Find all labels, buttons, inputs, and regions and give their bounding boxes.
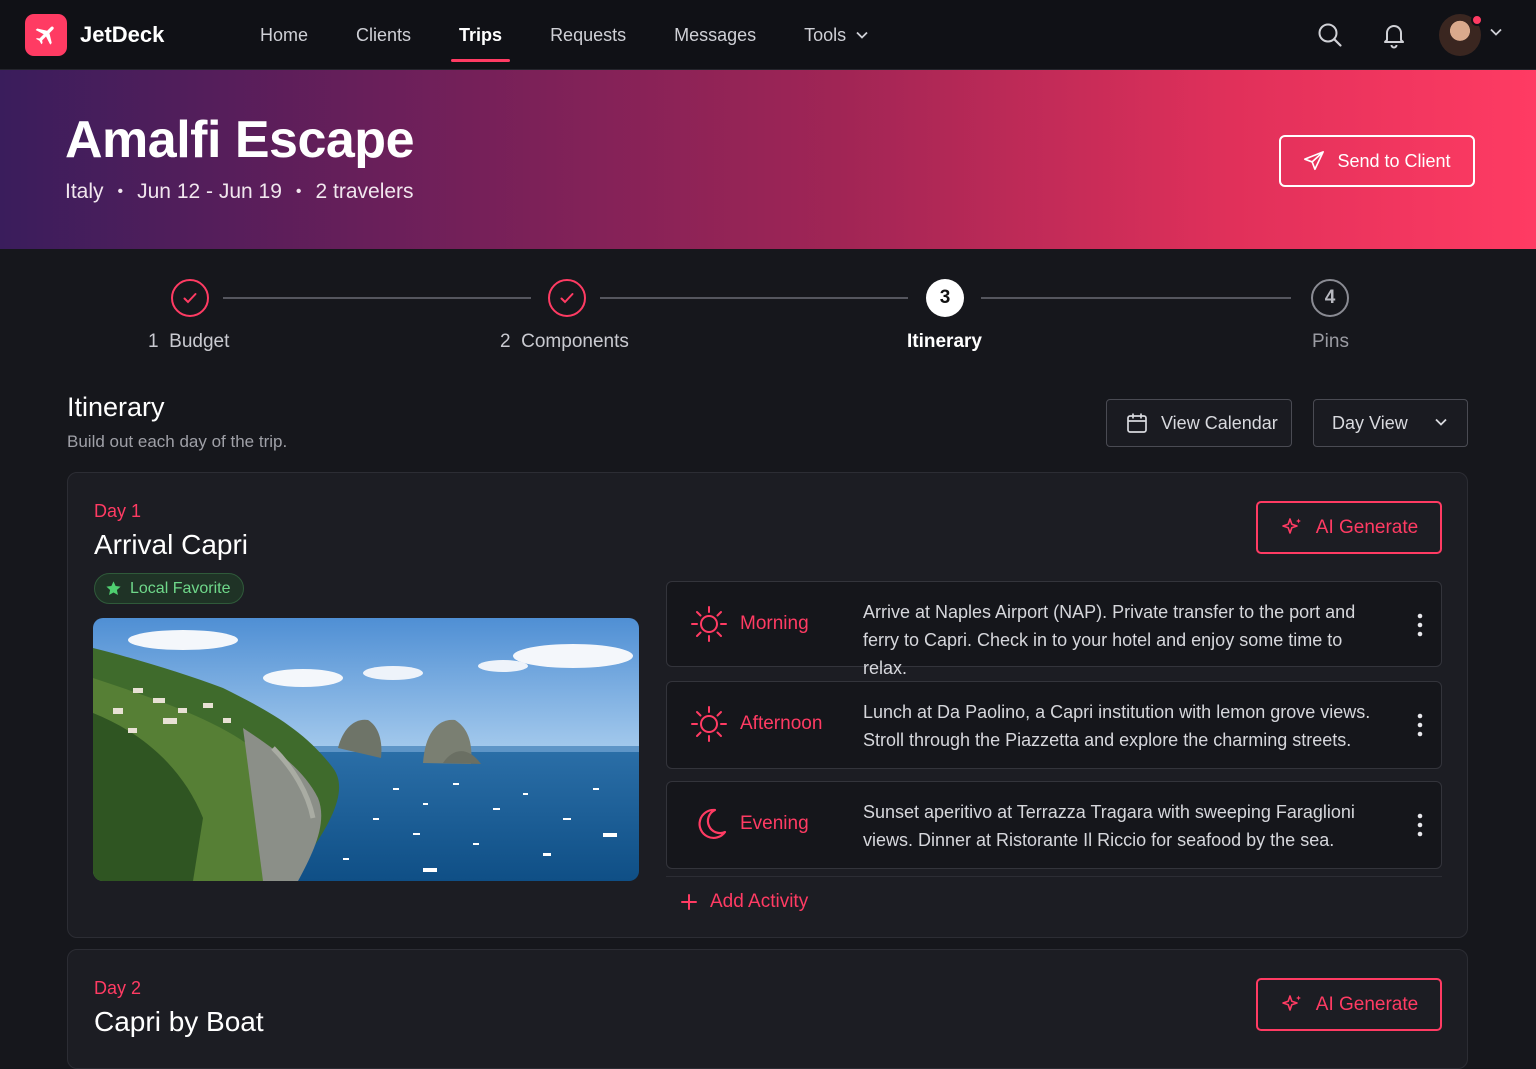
trip-country: Italy xyxy=(65,180,104,203)
step-itinerary-circle[interactable]: 3 xyxy=(926,279,964,317)
activity-time: Morning xyxy=(740,613,809,634)
main-nav: Home Clients Trips Requests Messages Too… xyxy=(236,0,892,70)
logo[interactable] xyxy=(25,14,67,56)
section-subtitle: Build out each day of the trip. xyxy=(67,432,288,451)
nav-messages-label: Messages xyxy=(674,24,757,45)
chevron-down-icon xyxy=(856,31,868,39)
nav-messages[interactable]: Messages xyxy=(650,0,780,70)
airplane-icon xyxy=(35,26,54,45)
step-budget[interactable]: 1 Budget xyxy=(148,331,229,353)
day-title: Arrival Capri xyxy=(94,529,249,560)
nav-clients[interactable]: Clients xyxy=(332,0,435,70)
activity-description: Sunset aperitivo at Terrazza Tragara wit… xyxy=(863,802,1355,850)
check-icon xyxy=(183,293,197,304)
check-icon xyxy=(560,293,574,304)
step-connector xyxy=(223,297,531,299)
more-options-icon[interactable] xyxy=(1413,810,1427,840)
avatar[interactable] xyxy=(1439,14,1483,56)
more-options-icon[interactable] xyxy=(1413,710,1427,740)
step-pins[interactable]: Pins xyxy=(1312,331,1349,353)
step-number: 2 xyxy=(500,331,511,352)
sun-icon xyxy=(691,706,727,742)
day-card-2: Day 2 Capri by Boat AI Generate xyxy=(67,949,1468,1069)
trip-hero-banner: Amalfi Escape Italy • Jun 12 - Jun 19 • … xyxy=(0,70,1536,249)
notification-dot xyxy=(1471,14,1483,26)
more-options-icon[interactable] xyxy=(1413,610,1427,640)
ai-generate-label: AI Generate xyxy=(1315,993,1419,1015)
nav-trips[interactable]: Trips xyxy=(435,0,526,70)
sparkle-icon xyxy=(1281,994,1301,1011)
view-calendar-label: View Calendar xyxy=(1161,412,1278,433)
day-label: Day 2 xyxy=(94,978,142,998)
moon-icon xyxy=(698,808,727,839)
activity-time: Afternoon xyxy=(740,713,823,734)
trip-meta: Italy • Jun 12 - Jun 19 • 2 travelers xyxy=(65,180,414,204)
day-view-select[interactable]: Day View xyxy=(1313,399,1468,447)
nav-home[interactable]: Home xyxy=(236,0,332,70)
ai-generate-label: AI Generate xyxy=(1315,516,1419,538)
bell-icon[interactable] xyxy=(1380,21,1408,49)
add-activity-label: Add Activity xyxy=(710,891,809,912)
view-calendar-button[interactable]: View Calendar xyxy=(1106,399,1292,447)
badge-label: Local Favorite xyxy=(130,579,231,597)
step-pins-circle[interactable]: 4 xyxy=(1311,279,1349,317)
step-components-check[interactable] xyxy=(548,279,586,317)
section-title: Itinerary xyxy=(67,392,165,422)
progress-stepper: 1 Budget 2 Components 3 Itinerary 4 Pins xyxy=(0,249,1536,369)
activity-afternoon[interactable]: Afternoon Lunch at Da Paolino, a Capri i… xyxy=(666,681,1442,769)
capri-landscape-image xyxy=(93,618,639,881)
nav-home-label: Home xyxy=(260,24,309,45)
activity-morning[interactable]: Morning Arrive at Naples Airport (NAP). … xyxy=(666,581,1442,678)
step-itinerary[interactable]: Itinerary xyxy=(907,331,982,353)
send-icon xyxy=(1304,151,1325,171)
activity-time: Evening xyxy=(740,813,809,834)
destination-photo xyxy=(93,618,639,881)
nav-tools-label: Tools xyxy=(804,24,847,45)
trip-title: Amalfi Escape xyxy=(65,111,415,169)
sun-icon xyxy=(691,606,727,642)
brand-name: JetDeck xyxy=(80,22,165,47)
nav-trips-label: Trips xyxy=(459,24,503,45)
trip-dates: Jun 12 - Jun 19 xyxy=(137,180,282,203)
day-card-1: Day 1 Arrival Capri AI Generate Local Fa… xyxy=(67,472,1468,938)
ai-generate-button[interactable]: AI Generate xyxy=(1256,501,1442,554)
chevron-down-icon xyxy=(1435,418,1447,426)
search-icon[interactable] xyxy=(1316,21,1344,49)
separator-dot: • xyxy=(117,183,124,200)
step-label: Components xyxy=(521,331,629,352)
separator-dot: • xyxy=(295,183,302,200)
nav-clients-label: Clients xyxy=(356,24,412,45)
step-budget-check[interactable] xyxy=(171,279,209,317)
step-connector xyxy=(600,297,908,299)
plus-icon xyxy=(681,894,697,910)
star-icon xyxy=(106,581,121,595)
activity-description: Lunch at Da Paolino, a Capri institution… xyxy=(863,702,1371,750)
day-view-label: Day View xyxy=(1332,412,1408,433)
nav-requests[interactable]: Requests xyxy=(526,0,650,70)
activity-evening[interactable]: Evening Sunset aperitivo at Terrazza Tra… xyxy=(666,781,1442,869)
ai-generate-button[interactable]: AI Generate xyxy=(1256,978,1442,1031)
nav-tools[interactable]: Tools xyxy=(780,0,892,70)
nav-requests-label: Requests xyxy=(550,24,627,45)
step-label: Budget xyxy=(169,331,230,352)
sparkle-icon xyxy=(1281,517,1301,534)
day-label: Day 1 xyxy=(94,501,142,521)
activity-description: Arrive at Naples Airport (NAP). Private … xyxy=(863,602,1356,678)
local-favorite-badge: Local Favorite xyxy=(94,573,244,604)
step-components[interactable]: 2 Components xyxy=(500,331,629,353)
step-connector xyxy=(981,297,1291,299)
add-activity-button[interactable]: Add Activity xyxy=(680,891,808,913)
divider xyxy=(666,876,1442,877)
send-to-client-label: Send to Client xyxy=(1337,150,1451,171)
step-number: 1 xyxy=(148,331,159,352)
calendar-icon xyxy=(1127,413,1147,433)
top-navigation-bar: JetDeck Home Clients Trips Requests Mess… xyxy=(0,0,1536,70)
day-title: Capri by Boat xyxy=(94,1006,264,1037)
chevron-down-icon[interactable] xyxy=(1490,28,1502,36)
send-to-client-button[interactable]: Send to Client xyxy=(1279,135,1475,187)
trip-travelers: 2 travelers xyxy=(315,180,414,203)
